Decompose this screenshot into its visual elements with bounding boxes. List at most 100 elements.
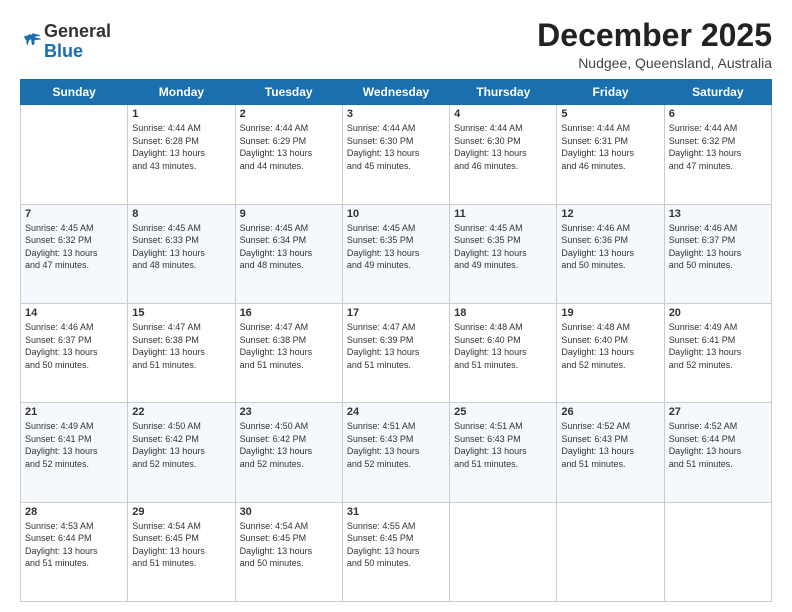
cell-info: Sunrise: 4:49 AM Sunset: 6:41 PM Dayligh…	[669, 321, 767, 371]
title-block: December 2025 Nudgee, Queensland, Austra…	[537, 18, 772, 71]
cell-info: Sunrise: 4:50 AM Sunset: 6:42 PM Dayligh…	[240, 420, 338, 470]
logo-bird-icon	[22, 31, 44, 53]
day-number: 25	[454, 406, 552, 418]
calendar-cell: 30 Sunrise: 4:54 AM Sunset: 6:45 PM Dayli…	[235, 502, 342, 601]
cell-info: Sunrise: 4:47 AM Sunset: 6:38 PM Dayligh…	[132, 321, 230, 371]
cell-info: Sunrise: 4:45 AM Sunset: 6:32 PM Dayligh…	[25, 222, 123, 272]
cell-info: Sunrise: 4:53 AM Sunset: 6:44 PM Dayligh…	[25, 520, 123, 570]
weekday-header-sunday: Sunday	[21, 80, 128, 105]
calendar-week-1: 1 Sunrise: 4:44 AM Sunset: 6:28 PM Daylig…	[21, 105, 772, 204]
weekday-header-monday: Monday	[128, 80, 235, 105]
cell-info: Sunrise: 4:50 AM Sunset: 6:42 PM Dayligh…	[132, 420, 230, 470]
calendar-cell: 8 Sunrise: 4:45 AM Sunset: 6:33 PM Daylig…	[128, 204, 235, 303]
page: General Blue December 2025 Nudgee, Queen…	[0, 0, 792, 612]
cell-info: Sunrise: 4:44 AM Sunset: 6:32 PM Dayligh…	[669, 122, 767, 172]
day-number: 20	[669, 307, 767, 319]
cell-info: Sunrise: 4:49 AM Sunset: 6:41 PM Dayligh…	[25, 420, 123, 470]
day-number: 22	[132, 406, 230, 418]
cell-info: Sunrise: 4:47 AM Sunset: 6:38 PM Dayligh…	[240, 321, 338, 371]
cell-info: Sunrise: 4:51 AM Sunset: 6:43 PM Dayligh…	[454, 420, 552, 470]
cell-info: Sunrise: 4:55 AM Sunset: 6:45 PM Dayligh…	[347, 520, 445, 570]
day-number: 23	[240, 406, 338, 418]
calendar-cell: 18 Sunrise: 4:48 AM Sunset: 6:40 PM Dayli…	[450, 303, 557, 402]
logo-text: General Blue	[44, 22, 111, 62]
calendar-week-2: 7 Sunrise: 4:45 AM Sunset: 6:32 PM Daylig…	[21, 204, 772, 303]
day-number: 28	[25, 506, 123, 518]
day-number: 27	[669, 406, 767, 418]
calendar-cell: 23 Sunrise: 4:50 AM Sunset: 6:42 PM Dayli…	[235, 403, 342, 502]
cell-info: Sunrise: 4:52 AM Sunset: 6:43 PM Dayligh…	[561, 420, 659, 470]
weekday-header-saturday: Saturday	[664, 80, 771, 105]
calendar-cell: 22 Sunrise: 4:50 AM Sunset: 6:42 PM Dayli…	[128, 403, 235, 502]
calendar-table: SundayMondayTuesdayWednesdayThursdayFrid…	[20, 79, 772, 602]
cell-info: Sunrise: 4:44 AM Sunset: 6:31 PM Dayligh…	[561, 122, 659, 172]
cell-info: Sunrise: 4:44 AM Sunset: 6:28 PM Dayligh…	[132, 122, 230, 172]
month-title: December 2025	[537, 18, 772, 53]
day-number: 9	[240, 208, 338, 220]
calendar-cell: 7 Sunrise: 4:45 AM Sunset: 6:32 PM Daylig…	[21, 204, 128, 303]
calendar-cell: 14Sunrise: 4:46 AM Sunset: 6:37 PM Dayli…	[21, 303, 128, 402]
day-number: 3	[347, 108, 445, 120]
day-number: 11	[454, 208, 552, 220]
cell-info: Sunrise: 4:48 AM Sunset: 6:40 PM Dayligh…	[561, 321, 659, 371]
cell-info: Sunrise: 4:44 AM Sunset: 6:30 PM Dayligh…	[454, 122, 552, 172]
cell-info: Sunrise: 4:52 AM Sunset: 6:44 PM Dayligh…	[669, 420, 767, 470]
header: General Blue December 2025 Nudgee, Queen…	[20, 18, 772, 71]
calendar-cell: 26Sunrise: 4:52 AM Sunset: 6:43 PM Dayli…	[557, 403, 664, 502]
day-number: 12	[561, 208, 659, 220]
calendar-cell	[450, 502, 557, 601]
cell-info: Sunrise: 4:45 AM Sunset: 6:33 PM Dayligh…	[132, 222, 230, 272]
calendar-cell: 12Sunrise: 4:46 AM Sunset: 6:36 PM Dayli…	[557, 204, 664, 303]
calendar-cell: 4 Sunrise: 4:44 AM Sunset: 6:30 PM Daylig…	[450, 105, 557, 204]
cell-info: Sunrise: 4:44 AM Sunset: 6:30 PM Dayligh…	[347, 122, 445, 172]
cell-info: Sunrise: 4:47 AM Sunset: 6:39 PM Dayligh…	[347, 321, 445, 371]
calendar-cell: 25 Sunrise: 4:51 AM Sunset: 6:43 PM Dayli…	[450, 403, 557, 502]
day-number: 2	[240, 108, 338, 120]
cell-info: Sunrise: 4:45 AM Sunset: 6:35 PM Dayligh…	[454, 222, 552, 272]
day-number: 8	[132, 208, 230, 220]
calendar-cell: 9Sunrise: 4:45 AM Sunset: 6:34 PM Daylig…	[235, 204, 342, 303]
calendar-cell: 19Sunrise: 4:48 AM Sunset: 6:40 PM Dayli…	[557, 303, 664, 402]
calendar-cell: 16Sunrise: 4:47 AM Sunset: 6:38 PM Dayli…	[235, 303, 342, 402]
weekday-header-thursday: Thursday	[450, 80, 557, 105]
day-number: 7	[25, 208, 123, 220]
cell-info: Sunrise: 4:44 AM Sunset: 6:29 PM Dayligh…	[240, 122, 338, 172]
cell-info: Sunrise: 4:51 AM Sunset: 6:43 PM Dayligh…	[347, 420, 445, 470]
calendar-cell: 21 Sunrise: 4:49 AM Sunset: 6:41 PM Dayli…	[21, 403, 128, 502]
day-number: 4	[454, 108, 552, 120]
calendar-cell	[21, 105, 128, 204]
calendar-cell: 28 Sunrise: 4:53 AM Sunset: 6:44 PM Dayli…	[21, 502, 128, 601]
day-number: 13	[669, 208, 767, 220]
day-number: 18	[454, 307, 552, 319]
day-number: 14	[25, 307, 123, 319]
calendar-cell: 5 Sunrise: 4:44 AM Sunset: 6:31 PM Daylig…	[557, 105, 664, 204]
cell-info: Sunrise: 4:45 AM Sunset: 6:35 PM Dayligh…	[347, 222, 445, 272]
day-number: 21	[25, 406, 123, 418]
location: Nudgee, Queensland, Australia	[537, 55, 772, 71]
calendar-cell: 27 Sunrise: 4:52 AM Sunset: 6:44 PM Dayli…	[664, 403, 771, 502]
calendar-week-5: 28 Sunrise: 4:53 AM Sunset: 6:44 PM Dayli…	[21, 502, 772, 601]
day-number: 29	[132, 506, 230, 518]
day-number: 30	[240, 506, 338, 518]
day-number: 5	[561, 108, 659, 120]
calendar-cell: 13Sunrise: 4:46 AM Sunset: 6:37 PM Dayli…	[664, 204, 771, 303]
calendar-cell: 31 Sunrise: 4:55 AM Sunset: 6:45 PM Dayli…	[342, 502, 449, 601]
cell-info: Sunrise: 4:48 AM Sunset: 6:40 PM Dayligh…	[454, 321, 552, 371]
calendar-cell: 11 Sunrise: 4:45 AM Sunset: 6:35 PM Dayli…	[450, 204, 557, 303]
day-number: 31	[347, 506, 445, 518]
calendar-cell: 29Sunrise: 4:54 AM Sunset: 6:45 PM Dayli…	[128, 502, 235, 601]
cell-info: Sunrise: 4:54 AM Sunset: 6:45 PM Dayligh…	[240, 520, 338, 570]
calendar-cell	[557, 502, 664, 601]
calendar-cell: 1 Sunrise: 4:44 AM Sunset: 6:28 PM Daylig…	[128, 105, 235, 204]
day-number: 1	[132, 108, 230, 120]
weekday-header-tuesday: Tuesday	[235, 80, 342, 105]
calendar-cell: 10Sunrise: 4:45 AM Sunset: 6:35 PM Dayli…	[342, 204, 449, 303]
calendar-week-3: 14Sunrise: 4:46 AM Sunset: 6:37 PM Dayli…	[21, 303, 772, 402]
calendar-cell: 20 Sunrise: 4:49 AM Sunset: 6:41 PM Dayli…	[664, 303, 771, 402]
calendar-cell: 2 Sunrise: 4:44 AM Sunset: 6:29 PM Daylig…	[235, 105, 342, 204]
weekday-header-wednesday: Wednesday	[342, 80, 449, 105]
logo: General Blue	[20, 22, 111, 62]
weekday-header-friday: Friday	[557, 80, 664, 105]
day-number: 15	[132, 307, 230, 319]
calendar-cell: 24Sunrise: 4:51 AM Sunset: 6:43 PM Dayli…	[342, 403, 449, 502]
